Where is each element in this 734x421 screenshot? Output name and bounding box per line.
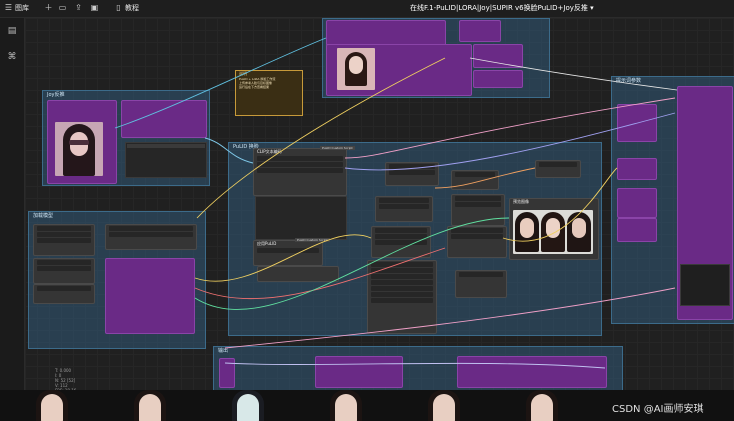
document-icon[interactable]: ▤ <box>7 26 17 36</box>
result-thumbnail[interactable] <box>420 390 470 421</box>
result-thumbnail[interactable] <box>126 390 176 421</box>
top-bar: ☰ 图库 ＋ ▭ ⇪ ▣ ▯ 教程 在线F.1-PuLID|LORA|Joy|S… <box>0 0 734 18</box>
save-icon[interactable]: ▣ <box>90 3 99 12</box>
workflow-title[interactable]: 在线F.1-PuLID|LORA|Joy|SUPIR v6换脸PuLID+Joy… <box>410 3 594 13</box>
export-icon[interactable]: ⇪ <box>74 3 83 12</box>
node-canvas[interactable]: 说明 PuLID + LoRA 换脸工作流 上传参考人脸与目标图像 运行后在下方… <box>25 18 734 390</box>
book-icon[interactable]: ▯ <box>114 3 123 12</box>
result-thumbnail[interactable] <box>518 390 568 421</box>
result-thumbnail[interactable] <box>224 390 274 421</box>
watermark-text: CSDN @AI画师安琪 <box>612 404 704 415</box>
canvas-stats: T: 0.000 I: 0 N: 52 [52] V: 112 FPS: 18.… <box>55 368 76 390</box>
sitemap-icon[interactable]: ⌘ <box>7 52 17 62</box>
menu-label[interactable]: 图库 <box>15 3 29 13</box>
app-menu-icon[interactable]: ☰ <box>4 3 13 12</box>
tutorial-label[interactable]: 教程 <box>125 3 139 13</box>
connection-wires <box>114 37 678 369</box>
new-file-icon[interactable]: ＋ <box>44 3 53 12</box>
result-thumbnail[interactable] <box>28 390 78 421</box>
left-sidebar: ▤ ⌘ <box>0 18 25 390</box>
result-thumbnail[interactable] <box>322 390 372 421</box>
open-folder-icon[interactable]: ▭ <box>58 3 67 12</box>
